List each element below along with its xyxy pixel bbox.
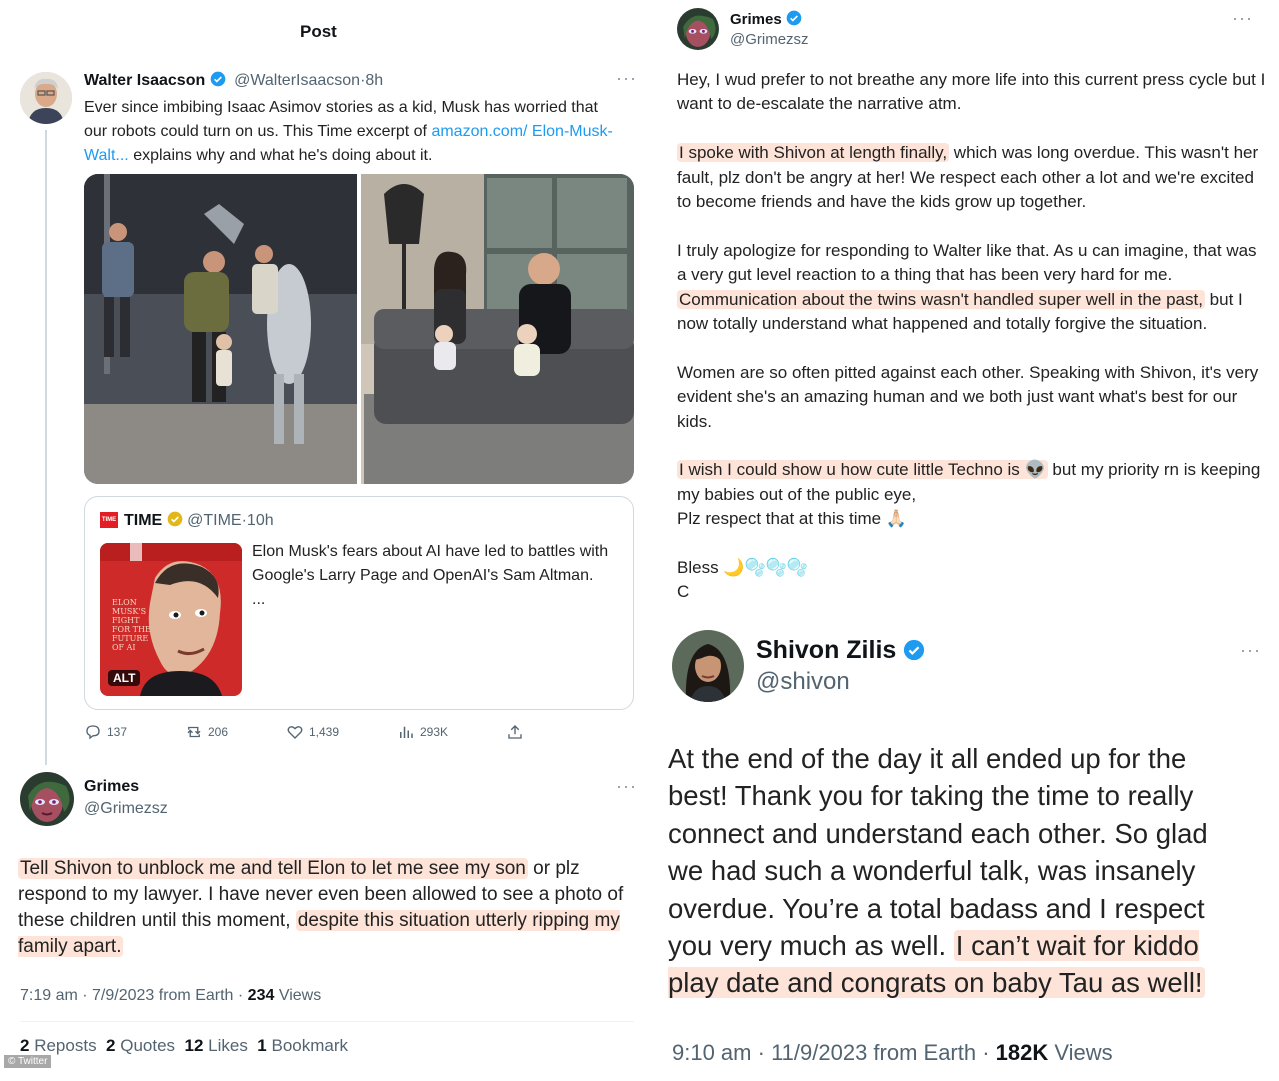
svg-text:OF AI: OF AI — [112, 643, 136, 652]
grimes-name-right: Grimes — [730, 10, 802, 28]
quoted-tweet-text: Elon Musk's fears about AI have led to b… — [252, 543, 609, 608]
grimes-name[interactable]: Grimes — [84, 778, 139, 796]
walter-tweet-header: Walter Isaacson @WalterIsaacson·8h — [84, 71, 384, 89]
grimes-handle[interactable]: @Grimezsz — [84, 800, 168, 818]
grimes-statement-text: Hey, I wud prefer to not breathe any mor… — [677, 70, 1266, 602]
verified-badge-icon — [904, 639, 925, 661]
more-options-icon[interactable]: ··· — [1232, 8, 1253, 29]
time-time: 10h — [246, 512, 274, 529]
grimes-reply-stats: 2 Reposts 2 Quotes 12 Likes 1 Bookmark — [20, 1036, 348, 1056]
grimes-avatar[interactable] — [20, 772, 74, 826]
svg-text:FUTURE: FUTURE — [112, 634, 148, 643]
shivon-avatar[interactable] — [672, 630, 744, 702]
shivon-handle[interactable]: @shivon — [756, 668, 850, 696]
share-button[interactable] — [506, 723, 524, 741]
gold-verified-badge-icon — [167, 511, 183, 527]
alt-badge[interactable]: ALT — [108, 670, 141, 686]
quotes-stat[interactable]: 2 Quotes — [106, 1036, 175, 1055]
views-chart-icon — [400, 726, 413, 738]
tweet-photos — [84, 174, 634, 484]
time-logo-icon: TIME — [100, 512, 118, 528]
walter-time[interactable]: 8h — [365, 72, 383, 89]
grimes-reply-text: Tell Shivon to unblock me and tell Elon … — [18, 858, 624, 957]
walter-handle[interactable]: @WalterIsaacson — [234, 72, 360, 89]
svg-text:MUSK'S: MUSK'S — [112, 607, 146, 616]
repost-button[interactable]: 206 — [185, 723, 228, 741]
reposts-stat[interactable]: 2 Reposts — [20, 1036, 97, 1055]
bookmarks-stat[interactable]: 1 Bookmark — [257, 1036, 348, 1055]
shivon-name-row: Shivon Zilis — [756, 636, 925, 665]
walter-tweet-text: Ever since imbibing Isaac Asimov stories… — [84, 99, 613, 164]
reply-icon — [86, 725, 100, 740]
walter-name[interactable]: Walter Isaacson — [84, 72, 205, 89]
repost-icon — [187, 726, 201, 738]
more-options-icon[interactable]: ··· — [616, 776, 637, 797]
time-handle: @TIME — [187, 512, 242, 529]
tweet-actions-bar: 137 206 1,439 293K — [84, 722, 524, 742]
heart-icon — [287, 726, 303, 739]
verified-badge-icon — [786, 10, 802, 26]
grimes-handle-right[interactable]: @Grimezsz — [730, 31, 809, 48]
likes-stat[interactable]: 12 Likes — [185, 1036, 248, 1055]
time-name[interactable]: TIME — [124, 512, 162, 529]
svg-text:ELON: ELON — [112, 598, 137, 607]
walter-avatar[interactable] — [20, 72, 72, 124]
shivon-tweet-meta: 9:10 am · 11/9/2023 from Earth · 182K Vi… — [672, 1040, 1113, 1065]
quote-header: TIME @TIME·10h — [124, 511, 274, 529]
svg-text:FOR THE: FOR THE — [112, 625, 151, 634]
svg-text:FIGHT: FIGHT — [112, 616, 140, 625]
post-header-title: Post — [300, 22, 337, 41]
grimes-reply-meta: 7:19 am · 7/9/2023 from Earth · 234 View… — [20, 987, 322, 1004]
verified-badge-icon — [210, 71, 226, 87]
share-icon — [508, 725, 522, 739]
reply-button[interactable]: 137 — [84, 723, 127, 741]
robot-lab-photo[interactable] — [84, 174, 634, 484]
divider — [20, 1021, 634, 1022]
shivon-tweet-text: At the end of the day it all ended up fo… — [668, 743, 1208, 999]
twitter-watermark: © Twitter — [4, 1055, 52, 1068]
thread-line — [45, 130, 47, 765]
views-button[interactable]: 293K — [397, 723, 448, 741]
more-options-icon[interactable]: ··· — [1240, 640, 1261, 661]
grimes-avatar-small[interactable] — [677, 8, 719, 50]
like-button[interactable]: 1,439 — [286, 723, 339, 741]
more-options-icon[interactable]: ··· — [616, 68, 637, 89]
